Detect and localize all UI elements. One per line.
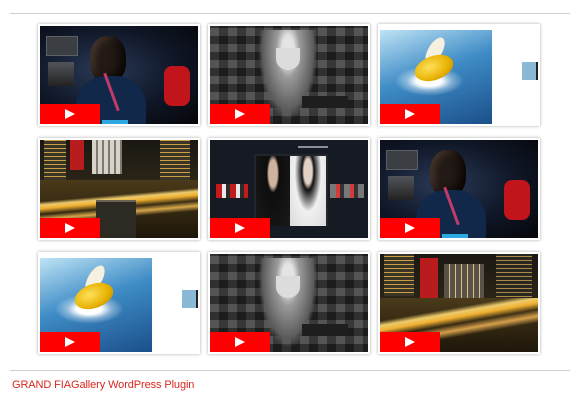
ui-panel: [48, 62, 74, 86]
building: [92, 140, 122, 174]
beard: [276, 48, 300, 70]
thumbnail-city-night-traffic[interactable]: [40, 140, 198, 238]
play-icon[interactable]: [210, 104, 270, 124]
bottom-divider: [10, 370, 570, 371]
side-thumbnail[interactable]: [522, 62, 536, 80]
beard: [276, 276, 300, 298]
play-icon[interactable]: [40, 104, 100, 124]
building: [444, 264, 484, 298]
building: [496, 254, 532, 300]
side-divider: [196, 290, 198, 308]
gallery-tile[interactable]: [208, 24, 370, 126]
thumbnail-city-night-traffic[interactable]: [380, 254, 538, 352]
model-right: [290, 156, 326, 226]
progress-bar: [442, 234, 468, 238]
video-gallery-grid: [38, 24, 542, 356]
building: [420, 258, 438, 298]
ui-panel: [46, 36, 78, 56]
tunnel: [96, 200, 136, 238]
progress-bar: [102, 120, 128, 124]
thumb-strip-right[interactable]: [330, 184, 364, 198]
gallery-tile[interactable]: [378, 24, 540, 126]
play-icon[interactable]: [380, 218, 440, 238]
gallery-tile[interactable]: [38, 138, 200, 240]
building: [160, 140, 190, 180]
play-icon[interactable]: [40, 218, 100, 238]
red-sleeve: [164, 66, 190, 106]
building: [70, 140, 84, 170]
info-box: [302, 324, 348, 336]
thumbnail-boy-portrait[interactable]: [40, 26, 198, 124]
thumbnail-old-man-mosaic[interactable]: [210, 254, 368, 352]
thumbnail-fashion-models[interactable]: [210, 140, 368, 238]
thumbnail-bird-splash[interactable]: [380, 26, 538, 124]
thumbnail-bird-splash[interactable]: [40, 254, 198, 352]
thumbnail-old-man-mosaic[interactable]: [210, 26, 368, 124]
gallery-tile[interactable]: [38, 252, 200, 354]
thumbnail-boy-portrait[interactable]: [380, 140, 538, 238]
thumb-strip-left[interactable]: [216, 184, 248, 198]
red-sleeve: [504, 180, 530, 220]
play-icon[interactable]: [40, 332, 100, 352]
play-icon[interactable]: [380, 332, 440, 352]
building: [44, 140, 66, 184]
gallery-tile[interactable]: [38, 24, 200, 126]
ui-panel: [386, 150, 418, 170]
info-box: [302, 96, 348, 108]
ui-panel: [388, 176, 414, 200]
top-divider: [10, 13, 570, 14]
play-icon[interactable]: [210, 332, 270, 352]
play-icon[interactable]: [380, 104, 440, 124]
gallery-tile[interactable]: [378, 138, 540, 240]
side-divider: [536, 62, 538, 80]
model-left: [256, 156, 290, 226]
gallery-tile[interactable]: [208, 252, 370, 354]
plugin-caption: GRAND FIAGallery WordPress Plugin: [12, 379, 195, 391]
title-line: [298, 146, 328, 148]
building: [384, 254, 414, 296]
play-icon[interactable]: [210, 218, 270, 238]
gallery-tile[interactable]: [378, 252, 540, 354]
gallery-tile[interactable]: [208, 138, 370, 240]
side-thumbnail[interactable]: [182, 290, 196, 308]
